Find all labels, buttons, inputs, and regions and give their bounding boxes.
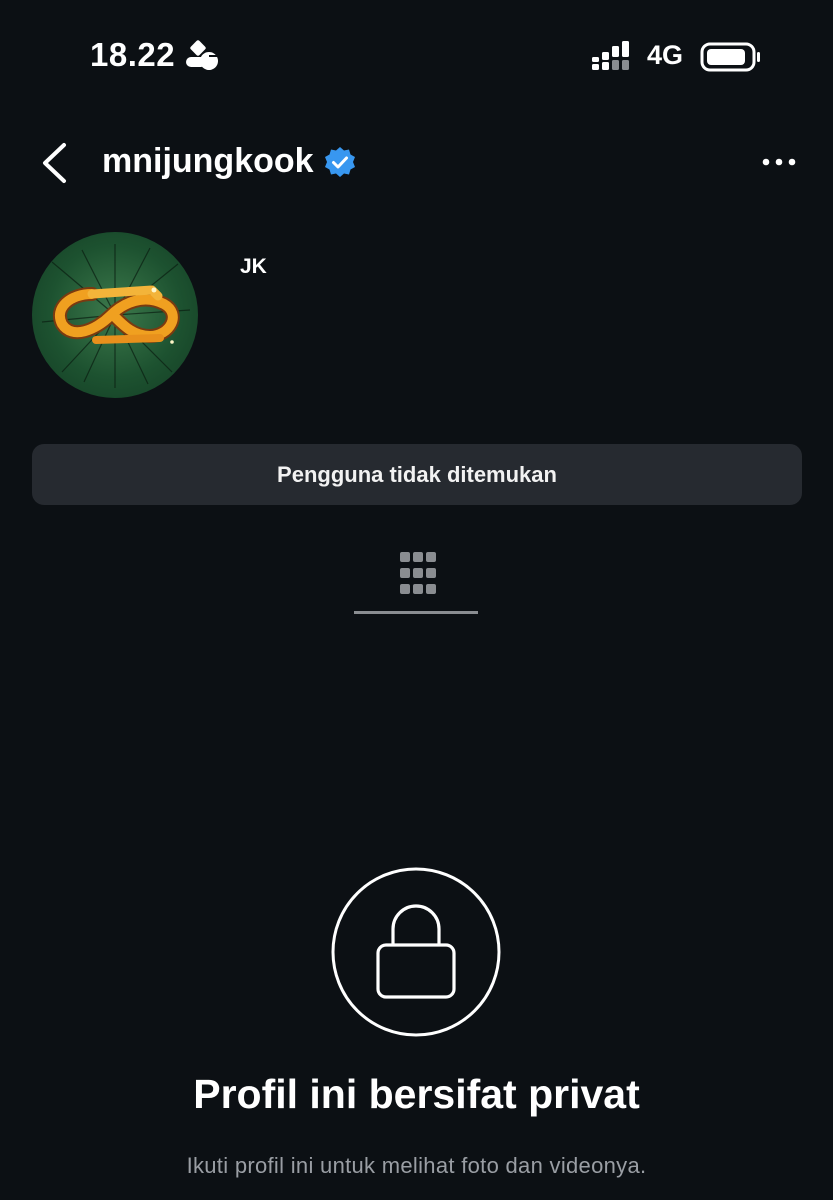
private-profile-subtitle: Ikuti profil ini untuk melihat foto dan … (186, 1153, 647, 1178)
verified-badge-icon (325, 147, 355, 177)
battery-icon (700, 42, 760, 72)
network-type: 4G (647, 40, 684, 70)
tab-grid[interactable] (354, 540, 478, 614)
lock-icon (331, 867, 501, 1037)
grid-icon (400, 552, 436, 594)
user-not-found-banner: Pengguna tidak ditemukan (32, 444, 802, 505)
signal-icon (592, 41, 629, 70)
more-options-icon[interactable] (760, 150, 798, 174)
avatar[interactable] (32, 232, 198, 398)
private-profile-title: Profil ini bersifat privat (193, 1071, 640, 1117)
back-arrow-icon[interactable] (40, 142, 70, 184)
profile-display-name: JK (240, 255, 267, 278)
avatar-image (41, 244, 191, 388)
profile-username: mnijungkook (102, 142, 314, 180)
status-time: 18.22 (90, 36, 176, 73)
do-not-disturb-icon (186, 40, 219, 70)
tab-active-indicator (354, 611, 478, 614)
